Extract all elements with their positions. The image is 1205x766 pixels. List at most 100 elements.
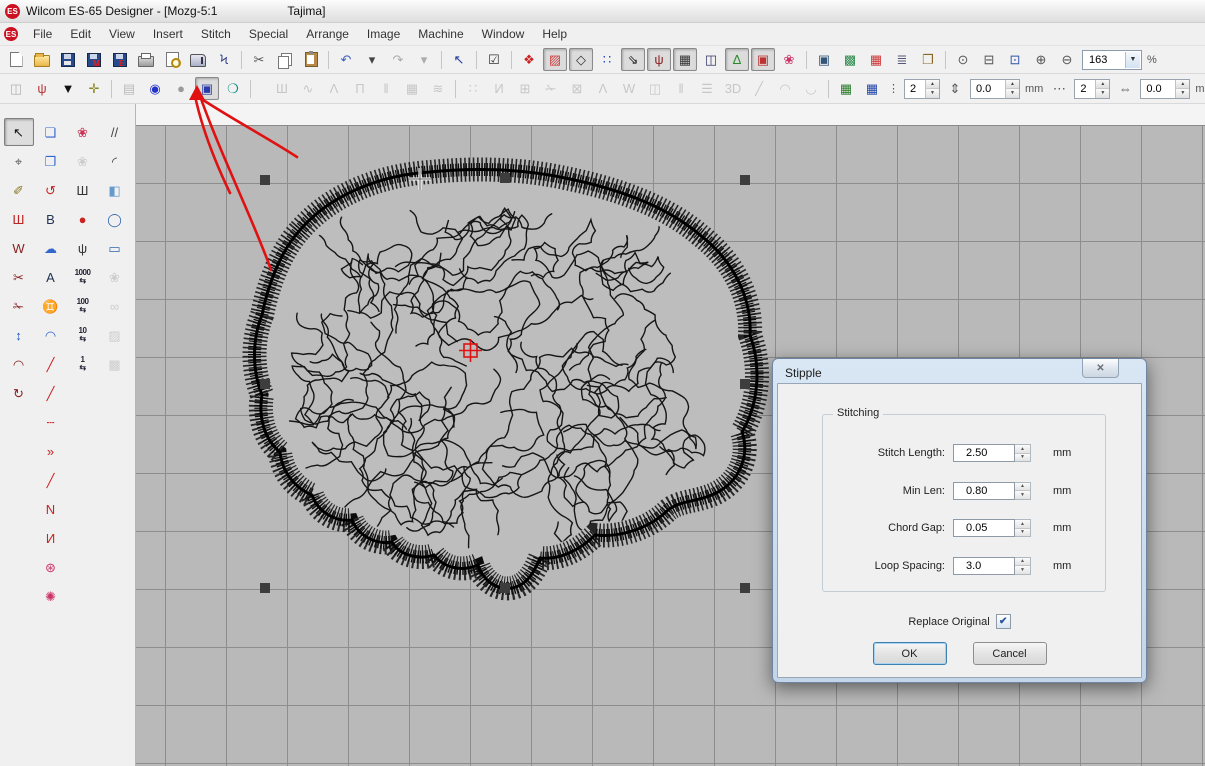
spinner-buttons[interactable]: ▲▼ <box>1015 482 1031 500</box>
column-width-field-spinner[interactable]: ▲▼ <box>1175 80 1189 98</box>
color-film-button[interactable]: ▦ <box>864 48 888 71</box>
outlines-view-toggle[interactable]: ◇ <box>569 48 593 71</box>
spinner-buttons[interactable]: ▲▼ <box>1015 444 1031 462</box>
copy-button[interactable] <box>273 48 297 71</box>
open-design-button[interactable] <box>30 48 54 71</box>
freehand-select-tool[interactable]: ⌖ <box>4 147 34 175</box>
star-fill-tool[interactable]: ⊛ <box>36 553 66 581</box>
mirror-merge-tool[interactable]: ♊ <box>36 292 66 320</box>
reshape-curve-tool[interactable]: ❐ <box>36 147 66 175</box>
points-view-button[interactable]: ∷ <box>595 48 619 71</box>
penetration-tool[interactable]: ψ <box>68 234 98 262</box>
options-checkbox-button[interactable]: ☑ <box>482 48 506 71</box>
cut-object-tool[interactable]: ✁ <box>4 292 34 320</box>
add-holes-button[interactable]: ✛ <box>82 77 106 100</box>
underlay-count-spin-spinner[interactable]: ▲▼ <box>925 80 939 98</box>
column-a-tool[interactable]: Ш <box>4 205 34 233</box>
stipple-fill-button[interactable]: ▣ <box>195 77 219 100</box>
column-width-field[interactable]: 0.0▲▼ <box>1140 79 1190 99</box>
undo-button[interactable]: ↶ <box>334 48 358 71</box>
column-width-icon[interactable]: ⇔ <box>1113 77 1137 100</box>
document-icon[interactable]: ES <box>4 27 18 41</box>
parallel-weave-tool[interactable]: // <box>100 118 130 146</box>
stitch-angle-tool[interactable]: W <box>4 234 34 262</box>
select-object-tool[interactable]: ↖ <box>4 118 34 146</box>
measure-tool[interactable]: ↕ <box>4 321 34 349</box>
spinner-buttons[interactable]: ▲▼ <box>1015 557 1031 575</box>
loop-spacing-field[interactable]: 3.0 <box>953 557 1015 575</box>
new-design-button[interactable] <box>4 48 28 71</box>
hoop-view-button[interactable]: ◫ <box>699 48 723 71</box>
fan-stitch-tool[interactable]: ◠ <box>4 350 34 378</box>
arc-digitize-tool[interactable]: ◜ <box>100 147 130 175</box>
save-design-button[interactable] <box>56 48 80 71</box>
motif-run-tool[interactable]: ┄ <box>36 408 66 436</box>
spinner-buttons[interactable]: ▲▼ <box>1015 519 1031 537</box>
underlay-count-spin[interactable]: 2▲▼ <box>904 79 940 99</box>
cancel-button[interactable]: Cancel <box>973 642 1047 665</box>
backstitch-tool[interactable]: » <box>36 437 66 465</box>
end-needle-button[interactable]: ▼ <box>56 77 80 100</box>
thread-colors-button[interactable]: ▩ <box>838 48 862 71</box>
travel-100-tool[interactable]: 100 ⇆ <box>68 292 98 320</box>
travel-10-tool[interactable]: 10 ⇆ <box>68 321 98 349</box>
close-icon[interactable]: ✕ <box>1082 359 1119 378</box>
grid-view-toggle[interactable]: ▦ <box>673 48 697 71</box>
ellipse-tool[interactable]: ◯ <box>100 205 130 233</box>
zigzag-run-tool[interactable]: И <box>36 524 66 552</box>
scale-grid-a-button[interactable]: ▦ <box>834 77 858 100</box>
stitch-cursor-toggle[interactable]: ⇘ <box>621 48 645 71</box>
menu-arrange[interactable]: Arrange <box>297 25 358 43</box>
applique-tool[interactable]: ◠ <box>36 321 66 349</box>
reshape-object-tool[interactable]: ❏ <box>36 118 66 146</box>
zoom-box-button[interactable]: ⊡ <box>1003 48 1027 71</box>
chevron-down-icon[interactable]: ▼ <box>1125 52 1140 68</box>
menu-view[interactable]: View <box>100 25 144 43</box>
auto-outline-button[interactable]: ❍ <box>221 77 245 100</box>
cut-button[interactable]: ✂ <box>247 48 271 71</box>
start-needle-button[interactable]: ψ <box>30 77 54 100</box>
print-preview-button[interactable] <box>160 48 184 71</box>
column-c-tool[interactable]: ● <box>68 205 98 233</box>
branching-tool[interactable]: ❀ <box>68 118 98 146</box>
ok-button[interactable]: OK <box>873 642 947 665</box>
travel-1-tool[interactable]: 1 ⇆ <box>68 350 98 378</box>
menu-machine[interactable]: Machine <box>409 25 472 43</box>
triple-run-tool[interactable]: ╱ <box>36 379 66 407</box>
hatch-fill-view-toggle[interactable]: ▨ <box>543 48 567 71</box>
menu-insert[interactable]: Insert <box>144 25 192 43</box>
layers-count-spin[interactable]: 2▲▼ <box>1074 79 1110 99</box>
pull-comp-field-spinner[interactable]: ▲▼ <box>1005 80 1019 98</box>
stitches-view-button[interactable]: ❖ <box>517 48 541 71</box>
run-stitch-tool[interactable]: ╱ <box>36 350 66 378</box>
stitch-to-machine-button[interactable] <box>186 48 210 71</box>
artwork-view-button[interactable]: ❀ <box>777 48 801 71</box>
rectangle-tool[interactable]: ▭ <box>100 234 130 262</box>
complex-fill-tool[interactable]: ◧ <box>100 176 130 204</box>
save-to-machine-button[interactable] <box>82 48 106 71</box>
needle-points-toggle[interactable]: ψ <box>647 48 671 71</box>
open-object-tool[interactable]: ✐ <box>4 176 34 204</box>
undo-dropdown[interactable]: ▾ <box>360 48 384 71</box>
scale-grid-b-button[interactable]: ▦ <box>860 77 884 100</box>
machine-connect-button[interactable]: Ϟ <box>212 48 236 71</box>
replace-original-checkbox[interactable]: ✔ <box>996 614 1011 629</box>
zoom-fit-button[interactable]: ⊟ <box>977 48 1001 71</box>
zoom-level-combo[interactable]: 163▼ <box>1082 50 1142 70</box>
zoom-out-button[interactable]: ⊖ <box>1055 48 1079 71</box>
stitch-count-icon[interactable]: ⋯ <box>1047 77 1071 100</box>
stitch-length-field[interactable]: 2.50 <box>953 444 1015 462</box>
design-overview-button[interactable]: ▣ <box>812 48 836 71</box>
auto-select-pointer-button[interactable]: ↖ <box>447 48 471 71</box>
chord-gap-field[interactable]: 0.05 <box>953 519 1015 537</box>
menu-stitch[interactable]: Stitch <box>192 25 240 43</box>
menu-window[interactable]: Window <box>473 25 534 43</box>
picture-view-toggle[interactable]: ▣ <box>751 48 775 71</box>
lettering-tool[interactable]: A <box>36 263 66 291</box>
min-len-field[interactable]: 0.80 <box>953 482 1015 500</box>
menu-image[interactable]: Image <box>358 25 409 43</box>
zoom-actual-button[interactable]: ⊙ <box>951 48 975 71</box>
slow-redraw-button[interactable]: ❐ <box>916 48 940 71</box>
dialog-title-bar[interactable]: Stipple ✕ <box>776 362 1143 383</box>
remove-stitch-angle-tool[interactable]: ✂ <box>4 263 34 291</box>
